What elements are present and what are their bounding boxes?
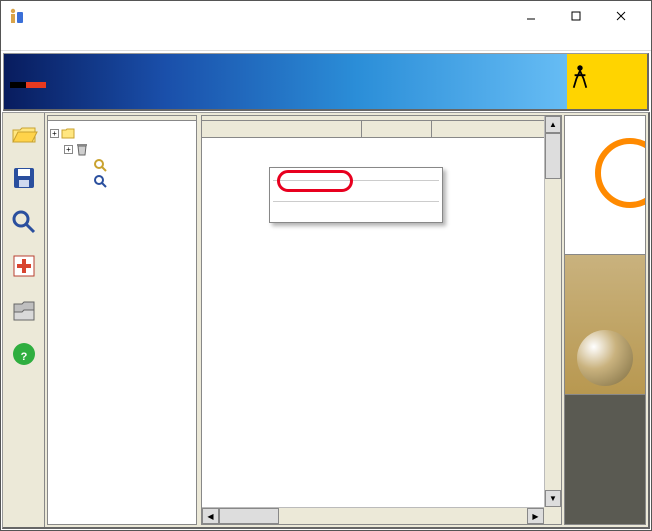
menu-view[interactable] xyxy=(41,39,57,43)
tree-lost[interactable] xyxy=(50,157,194,173)
separator xyxy=(273,201,439,202)
minimize-button[interactable] xyxy=(508,2,553,31)
scrollbar-vertical[interactable]: ▲ ▼ xyxy=(544,116,561,507)
menu-info[interactable] xyxy=(57,39,73,43)
cm-save-to[interactable] xyxy=(272,170,440,178)
cm-hex-dump[interactable] xyxy=(272,204,440,212)
context-menu xyxy=(269,167,443,223)
cm-view-text[interactable] xyxy=(272,212,440,220)
tree-root[interactable]: + xyxy=(50,125,194,141)
tree-deleted[interactable]: + xyxy=(50,141,194,157)
scroll-right-icon[interactable]: ▶ xyxy=(527,508,544,524)
save-button[interactable] xyxy=(7,161,41,195)
scroll-up-icon[interactable]: ▲ xyxy=(545,116,561,133)
titlebar xyxy=(1,1,651,31)
col-size[interactable] xyxy=(362,121,432,137)
menu-help[interactable] xyxy=(89,39,105,43)
find-lost-button[interactable] xyxy=(7,205,41,239)
maximize-button[interactable] xyxy=(553,2,598,31)
expand-icon[interactable]: + xyxy=(50,129,59,138)
menu-tools[interactable] xyxy=(73,39,89,43)
recover-button[interactable] xyxy=(7,249,41,283)
ad-premium[interactable] xyxy=(564,395,646,525)
close-button[interactable] xyxy=(598,2,643,31)
scroll-corner xyxy=(544,507,561,524)
scroll-thumb[interactable] xyxy=(219,508,279,524)
trash-icon xyxy=(75,142,89,156)
help-button[interactable]: ? xyxy=(7,337,41,371)
separator xyxy=(273,180,439,181)
menubar xyxy=(1,31,651,51)
brand-recovery xyxy=(26,82,46,88)
search-icon xyxy=(93,158,107,172)
scroll-thumb[interactable] xyxy=(545,133,561,179)
runner-icon xyxy=(571,64,589,90)
col-name[interactable] xyxy=(202,121,362,137)
svg-text:?: ? xyxy=(20,351,27,363)
circle-icon xyxy=(595,138,646,208)
sphere-icon xyxy=(577,330,633,386)
tree-searched[interactable] xyxy=(50,173,194,189)
ad-panel xyxy=(564,115,646,525)
app-icon xyxy=(9,8,25,24)
col-date[interactable] xyxy=(432,121,547,137)
folder-tree[interactable]: + + xyxy=(48,121,196,524)
open-drive-button[interactable] xyxy=(7,117,41,151)
scroll-down-icon[interactable]: ▼ xyxy=(545,490,561,507)
folder-icon xyxy=(61,126,75,140)
scroll-left-icon[interactable]: ◀ xyxy=(202,508,219,524)
drives-button[interactable] xyxy=(7,293,41,327)
brand-subtitle xyxy=(10,82,46,88)
banner xyxy=(3,53,649,111)
scrollbar-horizontal[interactable]: ◀ ▶ xyxy=(202,507,544,524)
folders-panel: + + xyxy=(47,115,197,525)
cm-rename[interactable] xyxy=(272,191,440,199)
menu-edit[interactable] xyxy=(25,39,41,43)
toolbar: ? xyxy=(3,113,45,527)
brand-file xyxy=(10,82,26,88)
banner-ad[interactable] xyxy=(567,54,647,109)
search-icon xyxy=(93,174,107,188)
ad-convar[interactable] xyxy=(564,115,646,255)
expand-icon[interactable]: + xyxy=(64,145,73,154)
menu-object[interactable] xyxy=(9,39,25,43)
cm-properties[interactable] xyxy=(272,183,440,191)
ad-iso[interactable] xyxy=(564,255,646,395)
column-headers: ^ xyxy=(202,121,561,138)
